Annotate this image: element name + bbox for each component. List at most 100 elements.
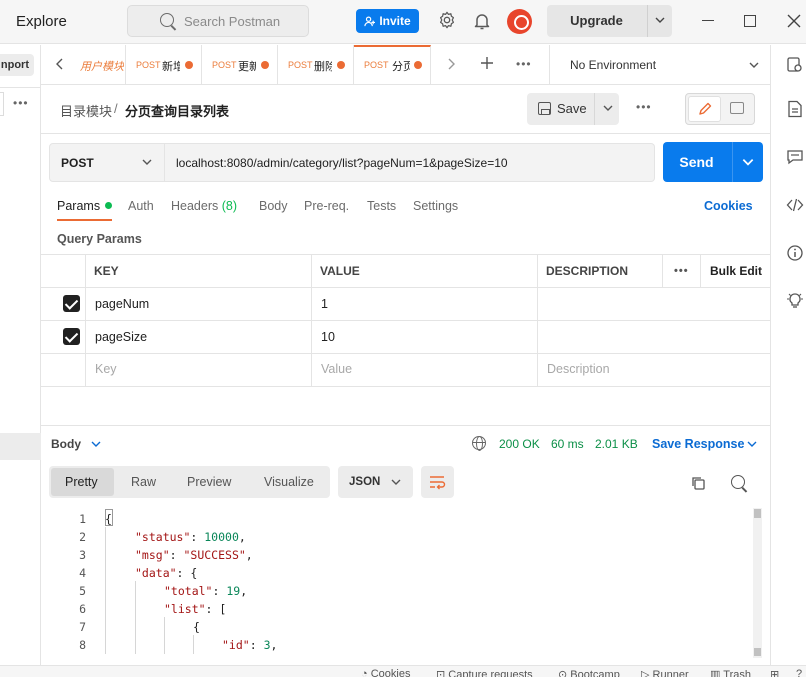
- minimize-window-button[interactable]: [702, 20, 714, 22]
- maximize-window-button[interactable]: [744, 15, 756, 27]
- request-tab[interactable]: POST 删除: [278, 45, 354, 85]
- upgrade-button[interactable]: Upgrade: [547, 5, 672, 37]
- new-tab-plus-icon[interactable]: [480, 53, 494, 76]
- sidebar-filter-input[interactable]: [0, 92, 4, 116]
- request-tab[interactable]: POST 新增: [126, 45, 202, 85]
- tab-auth[interactable]: Auth: [128, 199, 154, 213]
- response-time[interactable]: 60 ms: [551, 437, 584, 451]
- tab-params[interactable]: Params: [57, 199, 113, 213]
- import-button[interactable]: nport: [0, 54, 34, 76]
- code-line[interactable]: "id": 3,: [222, 638, 277, 652]
- code-line[interactable]: "total": 19,: [164, 584, 247, 598]
- view-tab-raw[interactable]: Raw: [131, 475, 156, 489]
- view-tab-preview[interactable]: Preview: [187, 475, 231, 489]
- param-key[interactable]: pageSize: [95, 330, 147, 344]
- http-method-select[interactable]: POST: [49, 143, 165, 182]
- scrollbar-arrow-up[interactable]: [754, 509, 761, 518]
- response-divider[interactable]: [41, 425, 770, 426]
- statusbar-cookies[interactable]: ◔ Cookies: [361, 668, 410, 677]
- param-value[interactable]: 1: [321, 297, 328, 311]
- statusbar-runner[interactable]: ▷ Runner: [641, 668, 689, 677]
- code-line[interactable]: "list": [: [164, 602, 226, 616]
- scrollbar-arrow-down[interactable]: [754, 648, 761, 656]
- breadcrumb-collection[interactable]: 目录模块: [60, 101, 112, 120]
- tab-settings[interactable]: Settings: [413, 199, 458, 213]
- request-more-icon[interactable]: •••: [636, 100, 652, 114]
- close-window-icon[interactable]: [786, 13, 802, 29]
- chevron-left-icon[interactable]: [55, 57, 65, 73]
- chevron-down-icon[interactable]: [602, 102, 614, 114]
- format-select[interactable]: JSON: [338, 466, 413, 498]
- param-key[interactable]: pageNum: [95, 297, 149, 311]
- table-more-icon[interactable]: •••: [674, 265, 689, 277]
- header-divider: [41, 133, 770, 134]
- tab-method: POST: [212, 60, 237, 70]
- add-user-icon: [364, 16, 376, 26]
- statusbar-capture-requests[interactable]: ⊡ Capture requests: [436, 668, 533, 677]
- comment-view-icon[interactable]: [730, 102, 744, 114]
- view-tab-visualize[interactable]: Visualize: [264, 475, 314, 489]
- chevron-down-icon[interactable]: [746, 438, 758, 450]
- comments-icon[interactable]: [786, 148, 804, 166]
- code-line[interactable]: {: [193, 620, 200, 634]
- tab-body[interactable]: Body: [259, 199, 288, 213]
- view-tab-pretty[interactable]: Pretty: [65, 475, 98, 489]
- param-checkbox[interactable]: [63, 328, 80, 345]
- response-status[interactable]: 200 OK: [499, 437, 540, 451]
- invite-button[interactable]: Invite: [356, 9, 419, 33]
- chevron-down-icon[interactable]: [90, 438, 102, 450]
- param-checkbox[interactable]: [63, 295, 80, 312]
- two-pane-view-icon[interactable]: ⊞: [770, 668, 779, 677]
- code-snippet-icon[interactable]: [786, 196, 804, 214]
- edit-mode-button[interactable]: [688, 96, 721, 122]
- code-line[interactable]: "msg": "SUCCESS",: [135, 548, 253, 562]
- response-size[interactable]: 2.01 KB: [595, 437, 638, 451]
- lightbulb-icon[interactable]: [786, 292, 804, 310]
- edit-view-toggle[interactable]: [685, 93, 755, 125]
- search-input[interactable]: Search Postman: [127, 5, 309, 37]
- settings-gear-icon[interactable]: [436, 11, 458, 33]
- tab-headers[interactable]: Headers (8): [171, 199, 237, 213]
- user-avatar[interactable]: [507, 9, 532, 34]
- sidebar-selected-item[interactable]: [0, 433, 41, 460]
- response-body-select[interactable]: Body: [51, 437, 81, 451]
- code-line[interactable]: {: [105, 512, 112, 526]
- code-line[interactable]: "data": {: [135, 566, 197, 580]
- environment-select[interactable]: No Environment: [549, 45, 770, 85]
- param-value[interactable]: 10: [321, 330, 335, 344]
- send-button[interactable]: Send: [663, 142, 763, 182]
- new-param-value-input[interactable]: Value: [321, 362, 352, 376]
- cookies-link[interactable]: Cookies: [704, 199, 753, 213]
- help-icon[interactable]: ?: [796, 668, 802, 677]
- tab-tests[interactable]: Tests: [367, 199, 396, 213]
- code-line[interactable]: "status": 10000,: [135, 530, 246, 544]
- save-button[interactable]: Save: [527, 93, 619, 125]
- save-response-button[interactable]: Save Response: [652, 437, 744, 451]
- tab-pre-request[interactable]: Pre-req.: [304, 199, 349, 213]
- statusbar-trash[interactable]: ▥ Trash: [710, 668, 751, 677]
- environment-quick-look-icon[interactable]: [786, 56, 804, 74]
- info-icon[interactable]: [786, 244, 804, 262]
- chevron-down-icon[interactable]: [741, 155, 755, 169]
- request-tab[interactable]: POST 更新: [202, 45, 278, 85]
- explore-link[interactable]: Explore: [16, 13, 67, 30]
- request-tab[interactable]: 用户模块: [68, 45, 126, 85]
- code-scrollbar[interactable]: [753, 508, 762, 658]
- wrap-lines-button[interactable]: [421, 466, 454, 498]
- chevron-down-icon[interactable]: [654, 14, 666, 26]
- statusbar-bootcamp[interactable]: ⊙ Bootcamp: [558, 668, 620, 677]
- search-icon[interactable]: [731, 475, 745, 489]
- url-input[interactable]: localhost:8080/admin/category/list?pageN…: [165, 143, 655, 182]
- request-name[interactable]: 分页查询目录列表: [125, 101, 229, 120]
- network-globe-icon[interactable]: [472, 436, 486, 451]
- copy-icon[interactable]: [691, 476, 705, 490]
- documentation-icon[interactable]: [786, 100, 804, 118]
- sidebar-more-icon[interactable]: •••: [13, 96, 29, 110]
- new-param-description-input[interactable]: Description: [547, 362, 610, 376]
- notifications-bell-icon[interactable]: [472, 11, 494, 33]
- bulk-edit-button[interactable]: Bulk Edit: [710, 264, 762, 278]
- new-param-key-input[interactable]: Key: [95, 362, 117, 376]
- tab-more-icon[interactable]: •••: [516, 57, 532, 71]
- request-tab-active[interactable]: POST 分页: [354, 45, 431, 85]
- chevron-right-icon[interactable]: [446, 57, 456, 73]
